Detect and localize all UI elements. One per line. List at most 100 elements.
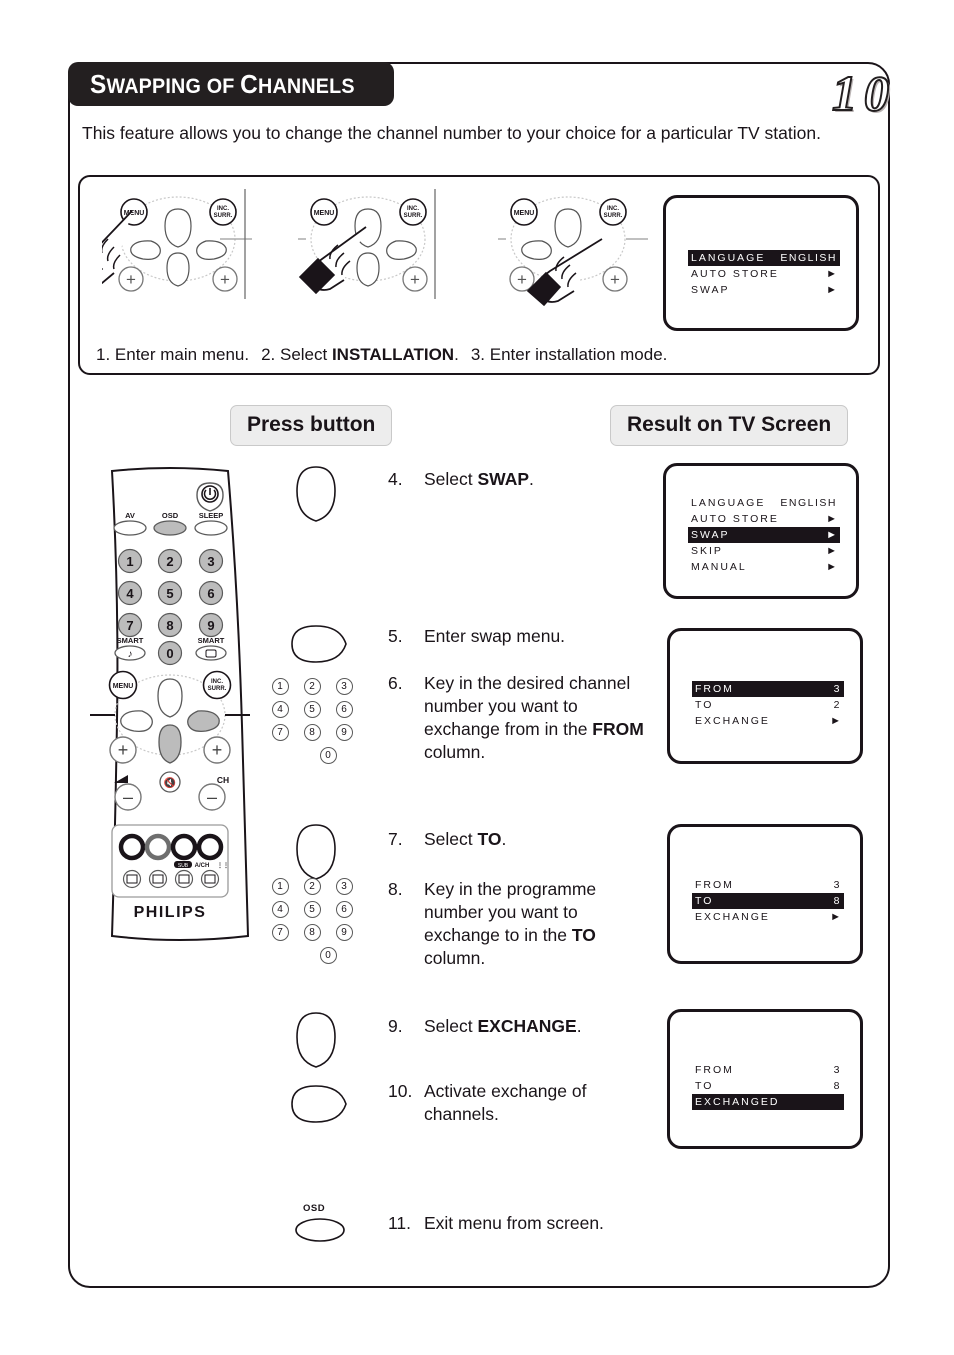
right-cursor-button-icon (288, 1082, 350, 1131)
svg-text:9: 9 (207, 618, 214, 633)
osd-line: EXCHANGE ► (695, 715, 841, 727)
keypad-key-0: 0 (319, 947, 337, 964)
right-arrow-icon: ► (830, 715, 841, 727)
svg-text:2: 2 (166, 554, 173, 569)
illustration-press-right: MENU INC. SURR. + + (484, 187, 648, 307)
keypad-row: 7 8 9 (264, 921, 360, 944)
page-title: SWAPPING OF CHANNELS (90, 68, 355, 99)
keypad-key-7: 7 (271, 724, 289, 741)
osd-line: SWAP ► (691, 284, 837, 296)
osd-menu: FROM 3 TO 8 EXCHANGE ► (692, 877, 844, 925)
remote-control-illustration: AV OSD SLEEP 1 2 3 4 5 6 7 8 9 0 SMART ♪… (90, 465, 250, 942)
step-8-body: Key in the programme number you want to … (424, 879, 597, 968)
right-cursor-button-icon (288, 622, 350, 671)
keypad-key-0: 0 (319, 747, 337, 764)
setup-step-1: 1. Enter main menu. (96, 345, 250, 364)
svg-text:SURR.: SURR. (404, 213, 423, 219)
setup-step-3: 3. Enter installation mode. (470, 345, 668, 364)
step-6: 6. Key in the desired channel number you… (388, 672, 658, 764)
step-7-body: Select TO. (424, 829, 507, 849)
osd-line: LANGUAGE ENGLISH (691, 497, 837, 509)
tv-screen-exchanged: FROM 3 TO 8 EXCHANGED (667, 1009, 863, 1149)
page-title-tab: SWAPPING OF CHANNELS (68, 62, 394, 106)
osd-line: TO 2 (695, 699, 841, 711)
step-4: 4. Select SWAP. (388, 468, 658, 491)
svg-text:MENU: MENU (314, 210, 335, 217)
setup-steps-caption: 1. Enter main menu. 2. Select INSTALLATIO… (96, 345, 667, 365)
svg-text:INC.: INC. (217, 206, 229, 212)
svg-text:–: – (123, 787, 133, 807)
osd-line: AUTO STORE ► (691, 513, 837, 525)
svg-text:SURR.: SURR. (214, 213, 233, 219)
svg-text:MENU: MENU (113, 683, 134, 690)
svg-text:INC.: INC. (407, 206, 419, 212)
osd-button-label: OSD (303, 1203, 326, 1214)
keypad-row: 4 5 6 (264, 698, 360, 721)
keypad-key-8: 8 (303, 724, 321, 741)
osd-line: FROM 3 (692, 681, 844, 697)
down-cursor-button-icon (292, 1010, 340, 1075)
svg-text:SUB: SUB (178, 863, 189, 869)
result-on-tv-header: Result on TV Screen (610, 405, 849, 446)
right-arrow-icon: ► (826, 513, 837, 525)
svg-text:7: 7 (126, 618, 133, 633)
svg-text:+: + (610, 270, 620, 289)
svg-text:–: – (207, 787, 217, 807)
osd-line: EXCHANGE ► (695, 911, 841, 923)
svg-text:+: + (118, 740, 129, 760)
svg-text:3: 3 (207, 554, 214, 569)
osd-line: TO 8 (695, 1080, 841, 1092)
setup-step-2: 2. Select INSTALLATION. (261, 345, 459, 364)
svg-text:AV: AV (125, 511, 135, 520)
keypad-row: 0 (264, 944, 360, 967)
right-arrow-icon: ► (826, 561, 837, 573)
svg-text:+: + (517, 270, 527, 289)
step-9: 9. Select EXCHANGE. (388, 1015, 658, 1038)
svg-text:SLEEP: SLEEP (199, 511, 224, 520)
press-button-header: Press button (230, 405, 393, 446)
osd-menu: FROM 3 TO 8 EXCHANGED (692, 1062, 844, 1110)
svg-text:INC.: INC. (211, 679, 223, 685)
svg-text:CH: CH (217, 775, 229, 785)
step-6-body: Key in the desired channel number you wa… (424, 673, 644, 762)
keypad-key-3: 3 (335, 878, 353, 895)
svg-text:SURR.: SURR. (208, 686, 227, 692)
osd-line: TO 8 (692, 893, 844, 909)
step-11-body: Exit menu from screen. (424, 1213, 604, 1233)
svg-text:6: 6 (207, 586, 214, 601)
intro-paragraph: This feature allows you to change the ch… (82, 123, 821, 143)
keypad-key-6: 6 (335, 901, 353, 918)
keypad-row: 0 (264, 744, 360, 767)
step-11: 11. Exit menu from screen. (388, 1212, 658, 1235)
keypad-row: 1 2 3 (264, 675, 360, 698)
keypad-key-3: 3 (335, 678, 353, 695)
svg-text:MENU: MENU (514, 210, 535, 217)
osd-line: AUTO STORE ► (691, 268, 837, 280)
svg-text:INC.: INC. (607, 206, 619, 212)
osd-line: FROM 3 (695, 1064, 841, 1076)
osd-button-icon (292, 1215, 348, 1250)
right-arrow-icon: ► (826, 545, 837, 557)
step-5-body: Enter swap menu. (424, 626, 566, 646)
osd-menu: LANGUAGE ENGLISH AUTO STORE ► SWAP ► SKI… (688, 495, 840, 575)
osd-menu: FROM 3 TO 2 EXCHANGE ► (692, 681, 844, 729)
svg-text:4: 4 (126, 586, 134, 601)
keypad-row: 7 8 9 (264, 721, 360, 744)
step-10: 10. Activate exchange of channels. (388, 1080, 658, 1126)
svg-text:🔇: 🔇 (164, 776, 176, 789)
osd-line: EXCHANGED (692, 1094, 844, 1110)
keypad-key-1: 1 (271, 678, 289, 695)
page-number: 10 (831, 64, 896, 122)
keypad-row: 4 5 6 (264, 898, 360, 921)
step-10-body: Activate exchange of channels. (424, 1081, 587, 1124)
illustration-press-up: MENU INC. SURR. + (282, 187, 448, 307)
tv-screen-from-selected: FROM 3 TO 2 EXCHANGE ► (667, 628, 863, 764)
svg-text:♪: ♪ (128, 649, 133, 660)
svg-text:SMART: SMART (117, 636, 144, 645)
svg-text:+: + (220, 270, 230, 289)
osd-line: FROM 3 (695, 879, 841, 891)
step-9-body: Select EXCHANGE. (424, 1016, 582, 1036)
right-arrow-icon: ► (826, 529, 837, 541)
illustration-press-menu: MENU INC. SURR. + + (66, 187, 252, 307)
keypad-key-1: 1 (271, 878, 289, 895)
